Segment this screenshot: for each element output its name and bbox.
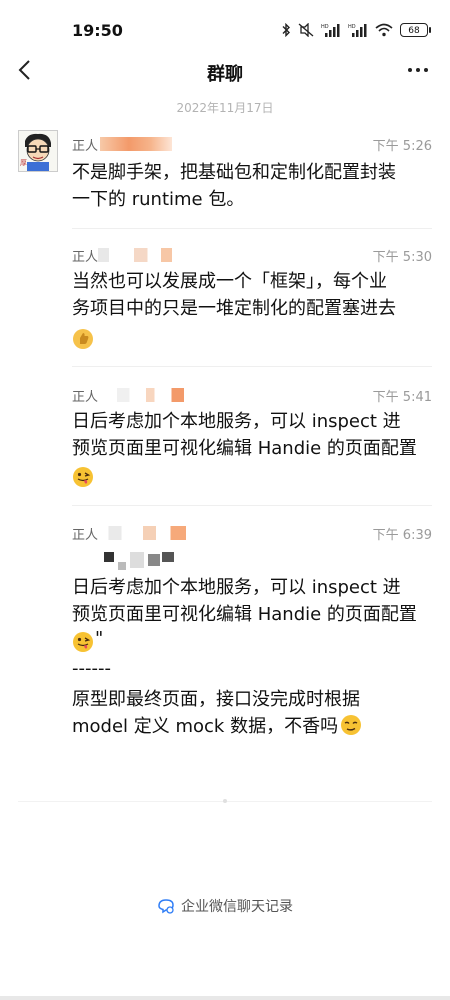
- mute-icon: [298, 23, 314, 37]
- quote-redaction: [104, 552, 174, 570]
- message-separator: [72, 366, 432, 367]
- message-text: 日后考虑加个本地服务，可以 inspect 进 预览页面里可视化编辑 Handi…: [72, 411, 417, 459]
- sender-name: 正人: [72, 250, 99, 265]
- message-text-body: 原型即最终页面，接口没完成时根据 model 定义 mock 数据，不香吗: [72, 689, 360, 737]
- thumbs-up-emoji: [73, 329, 93, 349]
- wifi-icon: [375, 23, 393, 37]
- sender-name: 正人: [72, 528, 99, 543]
- svg-text:厚: 厚: [20, 159, 27, 167]
- svg-text:HD: HD: [348, 24, 356, 30]
- separator-dot: [223, 799, 227, 803]
- message-time: 下午 5:30: [372, 250, 432, 265]
- message-time: 下午 5:41: [372, 390, 432, 405]
- wink-tongue-emoji: [73, 467, 93, 487]
- date-divider: 2022年11月17日: [176, 101, 274, 115]
- wink-tongue-emoji: [73, 632, 93, 652]
- sender-name: 正人: [72, 139, 99, 154]
- more-horizontal-icon[interactable]: [406, 60, 430, 80]
- sender-row: 正人 下午 5:26: [72, 135, 432, 154]
- nav-bar: 群聊: [0, 48, 450, 94]
- sender-row: 正人 下午 5:41: [72, 386, 432, 405]
- message-text: 原型即最终页面，接口没完成时根据 model 定义 mock 数据，不香吗: [72, 686, 432, 740]
- avatar[interactable]: 厚: [18, 130, 58, 172]
- message-text: 当然也可以发展成一个「框架」，每个业 务项目中的只是一堆定制化的配置塞进去: [72, 271, 396, 319]
- message-separator: [72, 228, 432, 229]
- bottom-edge: [0, 996, 450, 1000]
- bluetooth-icon: [282, 23, 290, 37]
- sender-row: 正人 下午 5:30: [72, 246, 432, 265]
- sender-row: 正人 下午 6:39: [72, 524, 432, 543]
- signal-hd-icon: HD: [321, 24, 340, 37]
- chat-bubbles-icon: [158, 899, 174, 914]
- quoted-text: 日后考虑加个本地服务，可以 inspect 进 预览页面里可视化编辑 Handi…: [72, 577, 417, 625]
- smirk-emoji: [341, 715, 362, 735]
- avatar-illustration: 厚: [20, 133, 51, 171]
- page-title: 群聊: [207, 64, 243, 85]
- redaction-blur: [98, 248, 188, 262]
- message-time: 下午 6:39: [372, 528, 432, 543]
- redaction-blur: [100, 388, 184, 402]
- quote-end-mark: ": [95, 628, 104, 649]
- footer-label: 企业微信聊天记录: [181, 899, 293, 915]
- message-time: 下午 5:26: [372, 139, 432, 154]
- sender-name: 正人: [72, 390, 99, 405]
- status-icons: HD HD 68: [281, 22, 431, 38]
- svg-text:HD: HD: [321, 24, 329, 30]
- quote-divider: ------: [72, 658, 111, 679]
- status-time: 19:50: [72, 21, 123, 40]
- footer-source: 企业微信聊天记录: [0, 896, 450, 916]
- redaction-blur: [100, 137, 172, 151]
- message-separator: [72, 505, 432, 506]
- battery-icon: 68: [400, 23, 431, 37]
- redaction-blur: [100, 526, 186, 540]
- status-bar: 19:50 HD HD 68: [0, 0, 450, 44]
- signal-hd-icon: HD: [348, 24, 367, 37]
- message-text: 不是脚手架，把基础包和定制化配置封装 一下的 runtime 包。: [72, 162, 396, 210]
